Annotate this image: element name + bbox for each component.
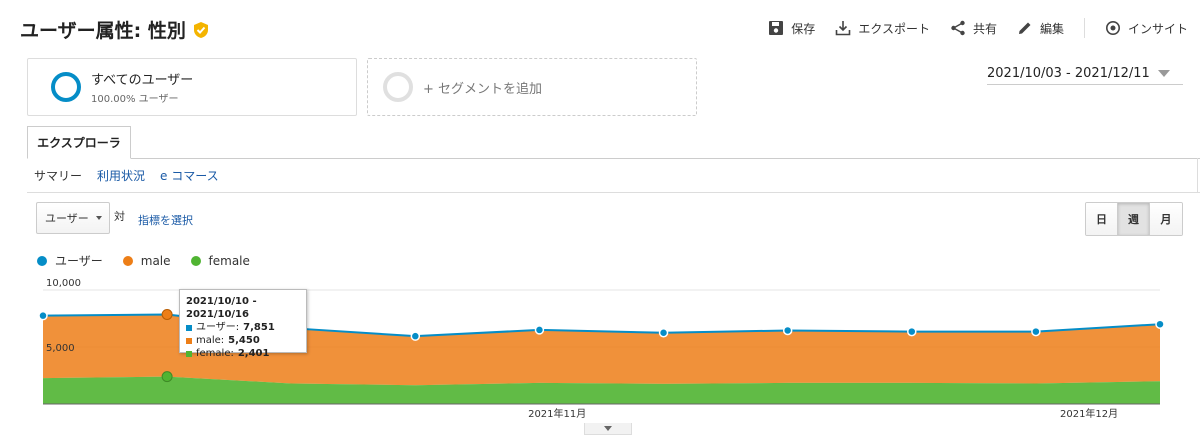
point-users-6	[782, 325, 793, 336]
edit-label: 編集	[1039, 21, 1064, 36]
chevron-down-icon	[1157, 70, 1170, 77]
subtab-usage[interactable]: 利用状況	[97, 167, 145, 184]
point-users-1	[161, 308, 173, 320]
save-icon	[769, 21, 784, 35]
select-metric-link[interactable]: 指標を選択	[138, 212, 193, 228]
legend-dot-female	[190, 255, 201, 266]
y-tick-label-10000: 10,000	[46, 278, 81, 289]
date-range-text: 2021/10/03 - 2021/12/11	[987, 66, 1150, 81]
toolbar-divider	[1083, 18, 1085, 38]
point-users-7	[907, 326, 917, 337]
page-title-text: ユーザー属性: 性別	[20, 20, 186, 42]
subtab-divider	[27, 192, 1200, 193]
tooltip-value-female: 2,401	[237, 348, 270, 359]
add-segment-button[interactable]: + セグメントを追加	[367, 58, 697, 116]
point-users-9	[1155, 319, 1165, 329]
point-users-8	[1031, 326, 1041, 337]
insight-label: インサイト	[1127, 21, 1188, 36]
legend-dot-users	[37, 255, 47, 266]
page-title: ユーザー属性: 性別	[20, 16, 210, 43]
legend-item-female[interactable]: female	[190, 252, 250, 269]
tab-divider	[27, 158, 1200, 159]
verified-shield-icon	[193, 21, 208, 38]
tab-explorer-label: エクスプローラ	[37, 136, 121, 150]
insight-button[interactable]: インサイト	[1105, 20, 1188, 37]
chart-collapse-handle[interactable]	[584, 423, 632, 435]
share-icon	[951, 20, 965, 36]
chart-legend: ユーザー male female	[37, 252, 250, 269]
segment-percentage: 100.00% ユーザー	[91, 94, 179, 105]
export-button[interactable]: エクスポート	[835, 20, 930, 37]
tab-explorer[interactable]: エクスプローラ	[27, 126, 131, 159]
period-toggle: 日 週 月	[1085, 202, 1183, 236]
tooltip-title: 2021/10/10 - 2021/10/16	[186, 296, 257, 320]
tooltip-value-users: 7,851	[243, 322, 275, 333]
tooltip-label-users: ユーザー:	[196, 322, 240, 333]
period-month-button[interactable]: 月	[1150, 203, 1182, 235]
tooltip-swatch-male	[186, 337, 192, 344]
report-toolbar: 保存 エクスポート 共有 編集 インサイト	[768, 18, 1188, 38]
edit-button[interactable]: 編集	[1017, 20, 1064, 37]
y-tick-label-5000: 5,000	[46, 343, 75, 354]
segment-name: すべてのユーザー	[91, 73, 194, 88]
add-segment-label: + セグメントを追加	[423, 81, 543, 97]
explorer-subtabs: サマリー 利用状況 e コマース	[34, 167, 219, 184]
tooltip-label-male: male:	[196, 335, 225, 346]
legend-dot-male	[122, 255, 133, 266]
save-label: 保存	[791, 21, 816, 36]
tab-panel-edge	[1197, 158, 1198, 193]
date-range-picker[interactable]: 2021/10/03 - 2021/12/11	[987, 63, 1183, 85]
subtab-summary[interactable]: サマリー	[34, 167, 82, 184]
export-label: エクスポート	[858, 21, 930, 36]
legend-label-female: female	[208, 253, 250, 268]
pencil-icon	[1018, 22, 1031, 34]
metric-select-value: ユーザー	[45, 212, 89, 225]
report-header: ユーザー属性: 性別 保存 エクスポート 共有 編集 インサイト	[0, 0, 1200, 56]
legend-label-male: male	[140, 253, 171, 268]
caret-down-icon	[96, 216, 102, 220]
chart-tooltip: 2021/10/10 - 2021/10/16 ユーザー: 7,851 male…	[179, 289, 307, 359]
x-tick-label-nov: 2021年11月	[528, 407, 586, 420]
point-users-0	[38, 310, 48, 321]
empty-segment-ring-icon	[383, 72, 413, 102]
metric-select[interactable]: ユーザー	[36, 202, 110, 234]
export-icon	[836, 21, 851, 36]
period-week-button[interactable]: 週	[1118, 203, 1150, 235]
tooltip-row-female: female: 2,401	[186, 347, 300, 360]
point-users-4	[534, 325, 545, 335]
legend-item-male[interactable]: male	[122, 252, 171, 269]
legend-label-users: ユーザー	[55, 254, 103, 268]
tooltip-row-users: ユーザー: 7,851	[186, 321, 300, 334]
segment-all-users[interactable]: すべてのユーザー 100.00% ユーザー	[27, 58, 357, 116]
period-day-button[interactable]: 日	[1086, 203, 1118, 235]
point-users-5	[658, 328, 669, 338]
insight-icon	[1105, 21, 1120, 35]
tooltip-value-male: 5,450	[228, 335, 260, 346]
x-tick-label-dec: 2021年12月	[1060, 407, 1118, 420]
chevron-down-icon	[604, 426, 612, 431]
subtab-ecommerce[interactable]: e コマース	[160, 167, 219, 184]
point-users-3	[410, 331, 421, 341]
share-label: 共有	[972, 21, 997, 36]
tooltip-swatch-users	[186, 324, 192, 331]
share-button[interactable]: 共有	[950, 20, 997, 37]
tooltip-label-female: female:	[196, 348, 234, 359]
marker-female-hover	[161, 371, 173, 383]
tooltip-swatch-female	[186, 350, 192, 357]
segment-ring-icon	[51, 72, 81, 102]
legend-item-users[interactable]: ユーザー	[37, 252, 103, 269]
tooltip-row-male: male: 5,450	[186, 334, 300, 347]
save-button[interactable]: 保存	[768, 20, 815, 37]
vs-label: 対	[114, 210, 125, 223]
